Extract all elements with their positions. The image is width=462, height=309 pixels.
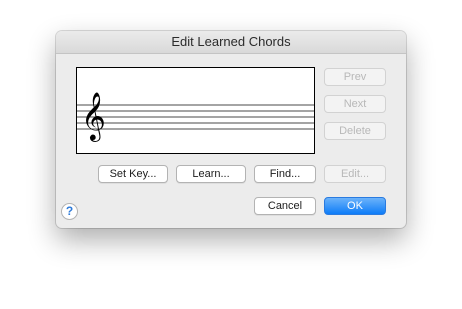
help-button[interactable]: ? [61,203,78,220]
cancel-button[interactable]: Cancel [254,197,316,215]
ok-button[interactable]: OK [324,197,386,215]
set-key-button[interactable]: Set Key... [98,165,168,183]
svg-text:𝄞: 𝄞 [81,91,106,142]
edit-learned-chords-dialog: Edit Learned Chords 𝄞 Prev Next Delete S… [56,31,406,228]
find-button[interactable]: Find... [254,165,316,183]
prev-button[interactable]: Prev [324,68,386,86]
learn-button[interactable]: Learn... [176,165,246,183]
next-button[interactable]: Next [324,95,386,113]
treble-clef-icon: 𝄞 [81,91,106,142]
dialog-title: Edit Learned Chords [56,31,406,54]
staff-view[interactable]: 𝄞 [76,67,315,154]
delete-button[interactable]: Delete [324,122,386,140]
edit-button[interactable]: Edit... [324,165,386,183]
staff-lines: 𝄞 [77,91,314,142]
